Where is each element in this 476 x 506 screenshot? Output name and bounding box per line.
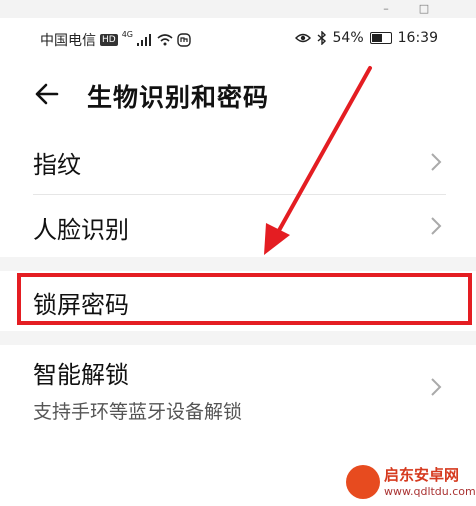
watermark-logo-icon [346,465,380,499]
watermark-title: 启东安卓网 [384,466,460,484]
watermark-url: www.qdltdu.com [384,485,476,498]
annotation-arrow-icon [264,66,372,255]
watermark: 启东安卓网 www.qdltdu.com [340,461,476,503]
